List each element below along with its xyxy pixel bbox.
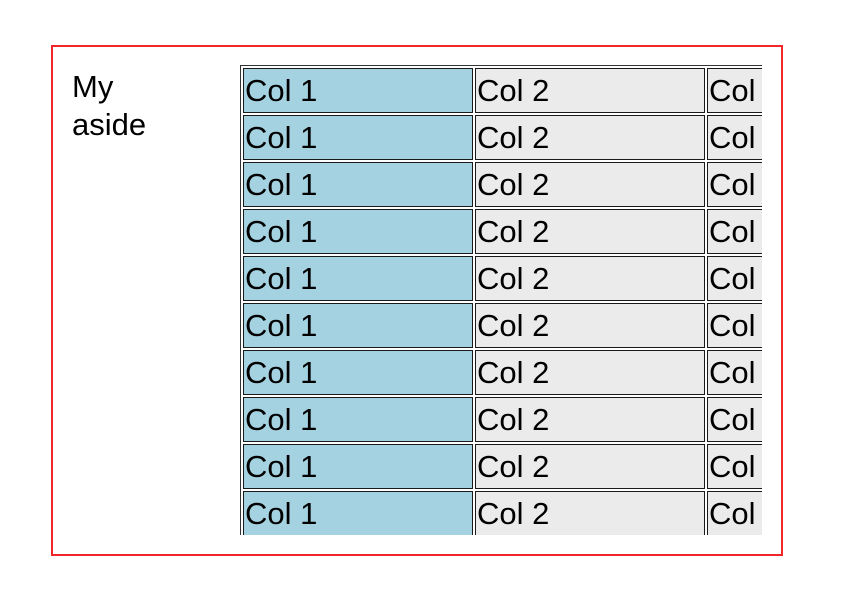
table-cell-col-2: Col 2	[475, 350, 705, 395]
table-row: Col 1Col 2Col 3	[243, 491, 762, 535]
table-row: Col 1Col 2Col 3	[243, 115, 762, 160]
table-cell-col-3: Col 3	[707, 303, 762, 348]
table-cell-col-3: Col 3	[707, 350, 762, 395]
table-cell-col-1: Col 1	[243, 162, 473, 207]
table-cell-col-2: Col 2	[475, 68, 705, 113]
table-cell-col-2: Col 2	[475, 115, 705, 160]
table-row: Col 1Col 2Col 3	[243, 162, 762, 207]
table-cell-col-3: Col 3	[707, 68, 762, 113]
aside-text: My aside	[72, 69, 147, 142]
table-cell-col-2: Col 2	[475, 491, 705, 535]
table-cell-col-3: Col 3	[707, 397, 762, 442]
table-cell-col-1: Col 1	[243, 491, 473, 535]
table-cell-col-1: Col 1	[243, 350, 473, 395]
table-cell-col-3: Col 3	[707, 491, 762, 535]
table-cell-col-2: Col 2	[475, 256, 705, 301]
table-cell-col-3: Col 3	[707, 256, 762, 301]
table-scroll-area[interactable]: Col 1Col 2Col 3Col 1Col 2Col 3Col 1Col 2…	[240, 65, 762, 535]
table-row: Col 1Col 2Col 3	[243, 256, 762, 301]
table-row: Col 1Col 2Col 3	[243, 350, 762, 395]
table-row: Col 1Col 2Col 3	[243, 397, 762, 442]
table-cell-col-3: Col 3	[707, 162, 762, 207]
table-cell-col-2: Col 2	[475, 444, 705, 489]
table-cell-col-1: Col 1	[243, 115, 473, 160]
table-cell-col-1: Col 1	[243, 209, 473, 254]
table-row: Col 1Col 2Col 3	[243, 68, 762, 113]
table-cell-col-1: Col 1	[243, 397, 473, 442]
table-cell-col-2: Col 2	[475, 209, 705, 254]
table-cell-col-3: Col 3	[707, 209, 762, 254]
table-row: Col 1Col 2Col 3	[243, 209, 762, 254]
table-cell-col-1: Col 1	[243, 303, 473, 348]
data-table: Col 1Col 2Col 3Col 1Col 2Col 3Col 1Col 2…	[240, 65, 762, 535]
table-row: Col 1Col 2Col 3	[243, 303, 762, 348]
table-cell-col-3: Col 3	[707, 444, 762, 489]
table-cell-col-1: Col 1	[243, 256, 473, 301]
table-cell-col-1: Col 1	[243, 68, 473, 113]
table-cell-col-2: Col 2	[475, 162, 705, 207]
table-row: Col 1Col 2Col 3	[243, 444, 762, 489]
table-cell-col-3: Col 3	[707, 115, 762, 160]
table-cell-col-2: Col 2	[475, 397, 705, 442]
table-cell-col-1: Col 1	[243, 444, 473, 489]
table-cell-col-2: Col 2	[475, 303, 705, 348]
